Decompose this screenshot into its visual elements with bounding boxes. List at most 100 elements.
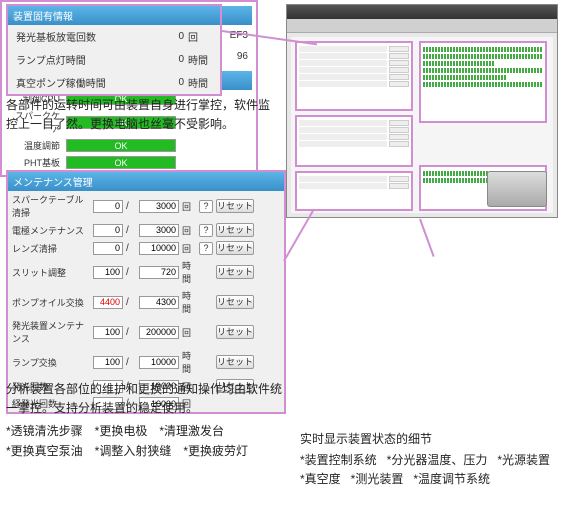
- row-label: 発光基板放電回数: [16, 29, 138, 44]
- maint-max-input[interactable]: [139, 356, 179, 369]
- bullet: *透镜清洗步骤: [6, 422, 83, 441]
- maint-max-input[interactable]: [139, 296, 179, 309]
- help-button[interactable]: ?: [199, 242, 213, 255]
- maint-max-input[interactable]: [139, 200, 179, 213]
- maint-label: ランプ交換: [12, 356, 90, 369]
- bullet: *更换真空泵油: [6, 442, 83, 461]
- maint-max-input[interactable]: [139, 266, 179, 279]
- app-panel-2: [295, 115, 413, 167]
- maintenance-row: スリット調整 / 時間 リセット: [8, 257, 284, 287]
- equipment-info-title: 装置固有情報: [8, 6, 220, 25]
- maint-current-input[interactable]: [93, 224, 123, 237]
- equipment-info-row: 真空ポンプ稼働時間0時間: [8, 71, 220, 94]
- maint-unit: 時間: [182, 349, 196, 375]
- maintenance-row: ポンプオイル交換 / 時間 リセット: [8, 287, 284, 317]
- maint-label: スリット調整: [12, 266, 90, 279]
- desc2-lead: 分析装置各部位的维护和更换的通知操作均由软件统一掌控。支持分析装置的稳定使用。: [6, 380, 286, 418]
- row-label: ランプ点灯時間: [16, 52, 138, 67]
- status-ok-badge: OK: [66, 139, 176, 152]
- reset-button[interactable]: リセット: [216, 355, 254, 369]
- maintenance-row: レンズ清掃 / 回?リセット: [8, 239, 284, 257]
- maintenance-title: メンテナンス管理: [8, 172, 284, 191]
- slash: /: [126, 297, 136, 308]
- app-screenshot: [286, 4, 558, 218]
- slash: /: [126, 327, 136, 338]
- reset-button[interactable]: リセット: [216, 325, 254, 339]
- maint-label: スパークテーブル清掃: [12, 193, 90, 219]
- row-label: 真空ポンプ稼働時間: [16, 75, 138, 90]
- maint-max-input[interactable]: [139, 242, 179, 255]
- maint-current-input[interactable]: [93, 356, 123, 369]
- app-panel-1: [295, 41, 413, 111]
- slash: /: [126, 225, 136, 236]
- status-label: PHT基板: [10, 156, 60, 169]
- maint-current-input[interactable]: [93, 296, 123, 309]
- row-unit: 時間: [188, 52, 212, 67]
- bullet: *调整入射狭缝: [95, 442, 172, 461]
- row-value: 0: [138, 54, 188, 65]
- maint-current-input[interactable]: [93, 200, 123, 213]
- maint-current-input[interactable]: [93, 266, 123, 279]
- reset-button[interactable]: リセット: [216, 199, 254, 213]
- slash: /: [126, 201, 136, 212]
- maint-label: ポンプオイル交換: [12, 296, 90, 309]
- maint-label: 電極メンテナンス: [12, 224, 90, 237]
- row-unit: 回: [188, 29, 212, 44]
- app-panel-4: [419, 41, 547, 123]
- maint-unit: 回: [182, 326, 196, 339]
- reset-button[interactable]: リセット: [216, 295, 254, 309]
- reset-button[interactable]: リセット: [216, 241, 254, 255]
- equipment-info-row: ランプ点灯時間0時間: [8, 48, 220, 71]
- row-value: 0: [138, 77, 188, 88]
- reset-button[interactable]: リセット: [216, 265, 254, 279]
- maint-unit: 回: [182, 242, 196, 255]
- description-1: 各部件的运转时间可由装置自身进行掌控，软件监控上一目了然。更换电脑也丝毫不受影响…: [6, 96, 276, 134]
- maint-unit: 回: [182, 224, 196, 237]
- reset-button[interactable]: リセット: [216, 223, 254, 237]
- slash: /: [126, 357, 136, 368]
- maintenance-panel: メンテナンス管理 スパークテーブル清掃/回?リセット電極メンテナンス/回?リセッ…: [6, 170, 286, 414]
- maint-unit: 回: [182, 200, 196, 213]
- bullet: *温度调节系统: [413, 470, 490, 489]
- bullet: *测光装置: [351, 470, 404, 489]
- device-image: [487, 171, 547, 207]
- status-ok-badge: OK: [66, 156, 176, 169]
- row-value: 0: [138, 31, 188, 42]
- maint-unit: 時間: [182, 259, 196, 285]
- app-panel-3: [295, 171, 413, 211]
- app-titlebar: [287, 5, 557, 19]
- maintenance-row: 発光装置メンテナンス / 回 リセット: [8, 317, 284, 347]
- bullet: *装置控制系统: [300, 451, 377, 470]
- gauge-value: 96: [220, 51, 248, 62]
- status-row: PHT基板 OK: [6, 154, 252, 171]
- connector-line: [419, 219, 435, 257]
- maintenance-row: ランプ交換 / 時間 リセット: [8, 347, 284, 377]
- help-button[interactable]: ?: [199, 200, 213, 213]
- bullet: *更换疲劳灯: [183, 442, 248, 461]
- status-label: 温度調節: [10, 139, 60, 152]
- bullet: *真空度: [300, 470, 341, 489]
- maintenance-row: スパークテーブル清掃 / 回?リセット: [8, 191, 284, 221]
- slash: /: [126, 243, 136, 254]
- bullet: *更换电极: [95, 422, 148, 441]
- description-2: 分析装置各部位的维护和更换的通知操作均由软件统一掌控。支持分析装置的稳定使用。 *…: [6, 380, 286, 461]
- equipment-info-panel: 装置固有情報 発光基板放電回数0回ランプ点灯時間0時間真空ポンプ稼働時間0時間: [6, 4, 222, 96]
- app-toolbar: [287, 19, 557, 33]
- desc3-lead: 实时显示装置状态的细节: [300, 430, 560, 449]
- desc2-bullets: *透镜清洗步骤*更换电极*清理激发台*更换真空泵油*调整入射狭缝*更换疲劳灯: [6, 422, 286, 460]
- maint-unit: 時間: [182, 289, 196, 315]
- help-button[interactable]: ?: [199, 224, 213, 237]
- slash: /: [126, 267, 136, 278]
- status-row: 温度調節 OK: [6, 137, 252, 154]
- maint-current-input[interactable]: [93, 242, 123, 255]
- equipment-info-row: 発光基板放電回数0回: [8, 25, 220, 48]
- desc3-bullets: *装置控制系统*分光器温度、压力*光源装置*真空度*测光装置*温度调节系统: [300, 451, 560, 489]
- bullet: *分光器温度、压力: [387, 451, 488, 470]
- maint-max-input[interactable]: [139, 326, 179, 339]
- maint-label: レンズ清掃: [12, 242, 90, 255]
- maint-label: 発光装置メンテナンス: [12, 319, 90, 345]
- row-unit: 時間: [188, 75, 212, 90]
- maint-max-input[interactable]: [139, 224, 179, 237]
- description-3: 实时显示装置状态的细节*装置控制系统*分光器温度、压力*光源装置*真空度*测光装…: [300, 430, 560, 490]
- maint-current-input[interactable]: [93, 326, 123, 339]
